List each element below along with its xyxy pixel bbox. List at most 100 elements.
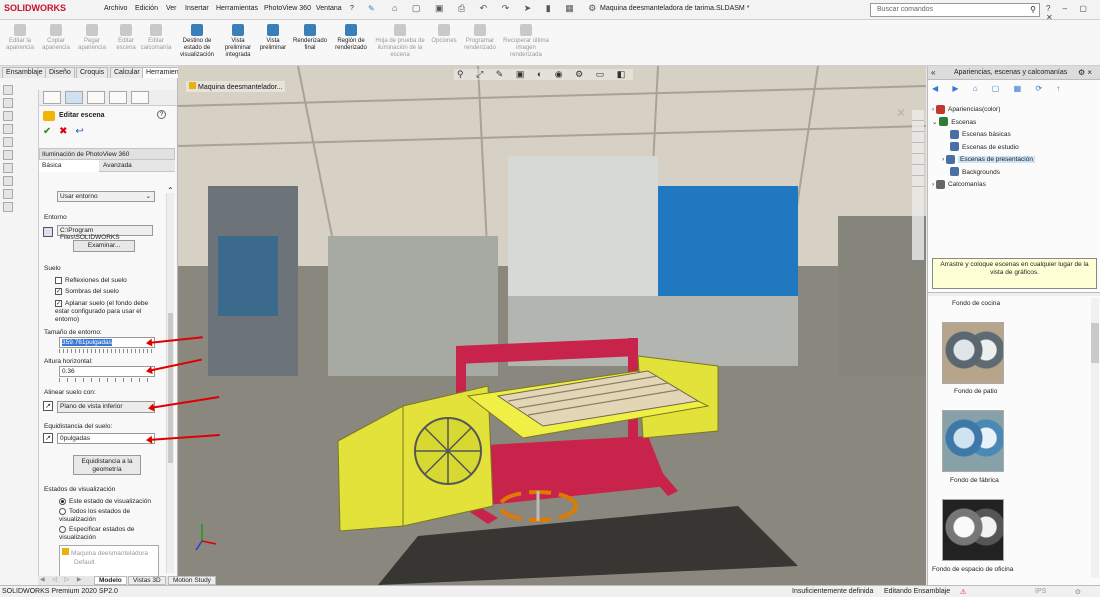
ribbon-button[interactable]: Recuperar última imagen renderizada (502, 24, 550, 59)
floor-reflections-checkbox[interactable]: Reflexiones del suelo (55, 277, 127, 284)
tree-item[interactable]: Escenas básicas (932, 129, 1035, 142)
sketch-icon[interactable] (3, 124, 13, 134)
help-icon[interactable]: ? (157, 110, 166, 119)
tree-item-selected[interactable]: › Escenas de presentación (932, 154, 1035, 167)
collapse-icon[interactable]: « (931, 68, 935, 77)
home-icon[interactable] (912, 110, 924, 121)
tree-item[interactable]: › Apariencias(color) (932, 104, 1035, 117)
menu-ventana[interactable]: Ventana (316, 5, 342, 12)
menu-edicion[interactable]: Edición (135, 5, 158, 12)
tree-item[interactable]: ⌄ Escenas (932, 117, 1035, 130)
plane-icon[interactable] (3, 137, 13, 147)
scene-thumbnail[interactable] (942, 499, 1004, 561)
view-palette-icon[interactable] (912, 165, 924, 176)
scene-thumbnail[interactable] (942, 322, 1004, 384)
menu-archivo[interactable]: Archivo (104, 5, 127, 12)
menu-insertar[interactable]: Insertar (185, 5, 209, 12)
tab-vistas-3d[interactable]: Vistas 3D (128, 576, 166, 585)
ribbon-button[interactable]: Editar calcomanía (138, 24, 174, 52)
scrollbar-thumb[interactable] (168, 313, 173, 463)
env-size-input[interactable]: 359.761pulgadas (59, 337, 155, 348)
propertymanager-tab-icon[interactable] (65, 91, 83, 104)
heads-up-toolbar[interactable]: ⚲ ⤢ ✎ ▣ ◐ ◉ ⚙ ▭ ◧ (454, 69, 634, 80)
scrollbar-thumb[interactable] (1091, 323, 1099, 363)
tab-basica[interactable]: Básica (39, 160, 99, 172)
history-icon[interactable] (3, 202, 13, 212)
quick-access-toolbar[interactable]: ⌂ ▢ ▣ ⎙ ↶ ↷ ➤ ▮ ▦ ⚙ (392, 3, 602, 14)
menu-ver[interactable]: Ver (166, 5, 177, 12)
ribbon-button[interactable]: Vista preliminar (255, 24, 291, 52)
tab-navigation-arrows[interactable]: ◀ ◁ ▷ ▶ (40, 576, 84, 583)
ribbon-button[interactable]: Programar renderizado (462, 24, 498, 52)
ribbon-button[interactable]: Hoja de prueba de iluminación de la esce… (374, 24, 426, 59)
appearance-tab-icon[interactable] (912, 154, 924, 165)
horizon-input[interactable]: 0.36 (59, 366, 155, 377)
splitter[interactable] (928, 292, 1100, 296)
mate-icon[interactable] (3, 111, 13, 121)
ds-option-all[interactable]: Todos los estados de visualización (59, 508, 159, 524)
pin-icon[interactable]: ✎ (368, 4, 375, 13)
checkbox[interactable]: ✓ (55, 288, 62, 295)
pm-scrollbar[interactable] (166, 193, 174, 573)
cancel-icon[interactable]: ✖ (59, 126, 67, 137)
radio[interactable] (59, 508, 66, 515)
radio[interactable] (59, 498, 66, 505)
tab-calcular[interactable]: Calcular (110, 67, 144, 78)
featuremanager-tab-icon[interactable] (43, 91, 61, 104)
floor-offset-input[interactable]: 0pulgadas (57, 433, 155, 444)
thumbnail-scrollbar[interactable] (1091, 298, 1099, 578)
tree-item[interactable]: › Calcomanías (932, 179, 1035, 192)
options-icon[interactable]: ⚙ × (1078, 68, 1092, 77)
feature-icon[interactable] (3, 98, 13, 108)
env-size-slider[interactable] (59, 349, 155, 353)
tab-modelo[interactable]: Modelo (94, 576, 127, 585)
configuration-tab-icon[interactable] (87, 91, 105, 104)
scene-thumbnail[interactable] (942, 410, 1004, 472)
search-input[interactable]: Buscar comandos ⚲ (870, 3, 1040, 17)
ok-icon[interactable]: ✔ (43, 126, 51, 137)
ds-default-item[interactable]: Default (74, 559, 95, 566)
ribbon-button[interactable]: Editar la apariencia (2, 24, 38, 52)
search-icon[interactable]: ⚲ (1030, 5, 1036, 14)
undo-icon[interactable]: ↩ (75, 126, 83, 137)
floor-offset-button[interactable]: Equidistancia a la geometría (73, 455, 141, 475)
direction-icon[interactable]: ↗ (43, 433, 53, 443)
ds-option-this[interactable]: Este estado de visualización (59, 498, 151, 505)
origin-icon[interactable] (3, 150, 13, 160)
resources-icon[interactable] (912, 121, 924, 132)
part-icon[interactable] (3, 85, 13, 95)
menu-herramientas[interactable]: Herramientas (216, 5, 258, 12)
align-floor-checkbox[interactable]: ✓ Aplanar suelo (el fondo debe estar conf… (55, 300, 163, 324)
ribbon-button[interactable]: Copiar apariencia (38, 24, 74, 52)
checkbox[interactable] (55, 277, 62, 284)
tab-motion-study[interactable]: Motion Study 1 (168, 576, 216, 592)
menu-photoview[interactable]: PhotoView 360 (264, 5, 311, 12)
ds-tree-item[interactable]: Maquina deesmanteladora (62, 548, 148, 557)
ribbon-button[interactable]: Renderizado final (292, 24, 328, 52)
tab-ensamblaje[interactable]: Ensamblaje (2, 67, 47, 78)
ds-option-specify[interactable]: Especificar estados de visualización (59, 526, 159, 542)
radio[interactable] (59, 526, 66, 533)
tab-croquis[interactable]: Croquis (76, 67, 109, 78)
help-icon[interactable]: ⊙ (1075, 588, 1081, 596)
library-icon[interactable] (912, 132, 924, 143)
close-icon[interactable]: ✕ (896, 106, 906, 120)
tab-diseno[interactable]: Diseño (45, 67, 75, 78)
breadcrumb[interactable]: Maquina deesmantelador... (186, 81, 286, 92)
ribbon-button[interactable]: Vista preliminar integrada (220, 24, 256, 59)
tree-item[interactable]: Escenas de estudio (932, 142, 1035, 155)
ribbon-button[interactable]: Opciones (426, 24, 462, 45)
layer-icon[interactable] (3, 176, 13, 186)
graphics-area[interactable]: Maquina deesmantelador... ⚲ ⤢ ✎ ▣ ◐ ◉ ⚙ … (178, 66, 926, 585)
direction-icon[interactable]: ↗ (43, 401, 53, 411)
tab-avanzada[interactable]: Avanzada (103, 162, 132, 169)
menu-help[interactable]: ? (350, 5, 354, 12)
view-icon[interactable] (3, 163, 13, 173)
display-tab-icon[interactable] (131, 91, 149, 104)
browse-button[interactable]: Examinar... (73, 240, 135, 252)
ribbon-button[interactable]: Destino de estado de visualización (176, 24, 218, 59)
dimxpert-tab-icon[interactable] (109, 91, 127, 104)
rebuild-icon[interactable]: ⚠ (960, 588, 966, 596)
tree-item[interactable]: Backgrounds (932, 167, 1035, 180)
ribbon-button[interactable]: Región de renderizado (333, 24, 369, 52)
